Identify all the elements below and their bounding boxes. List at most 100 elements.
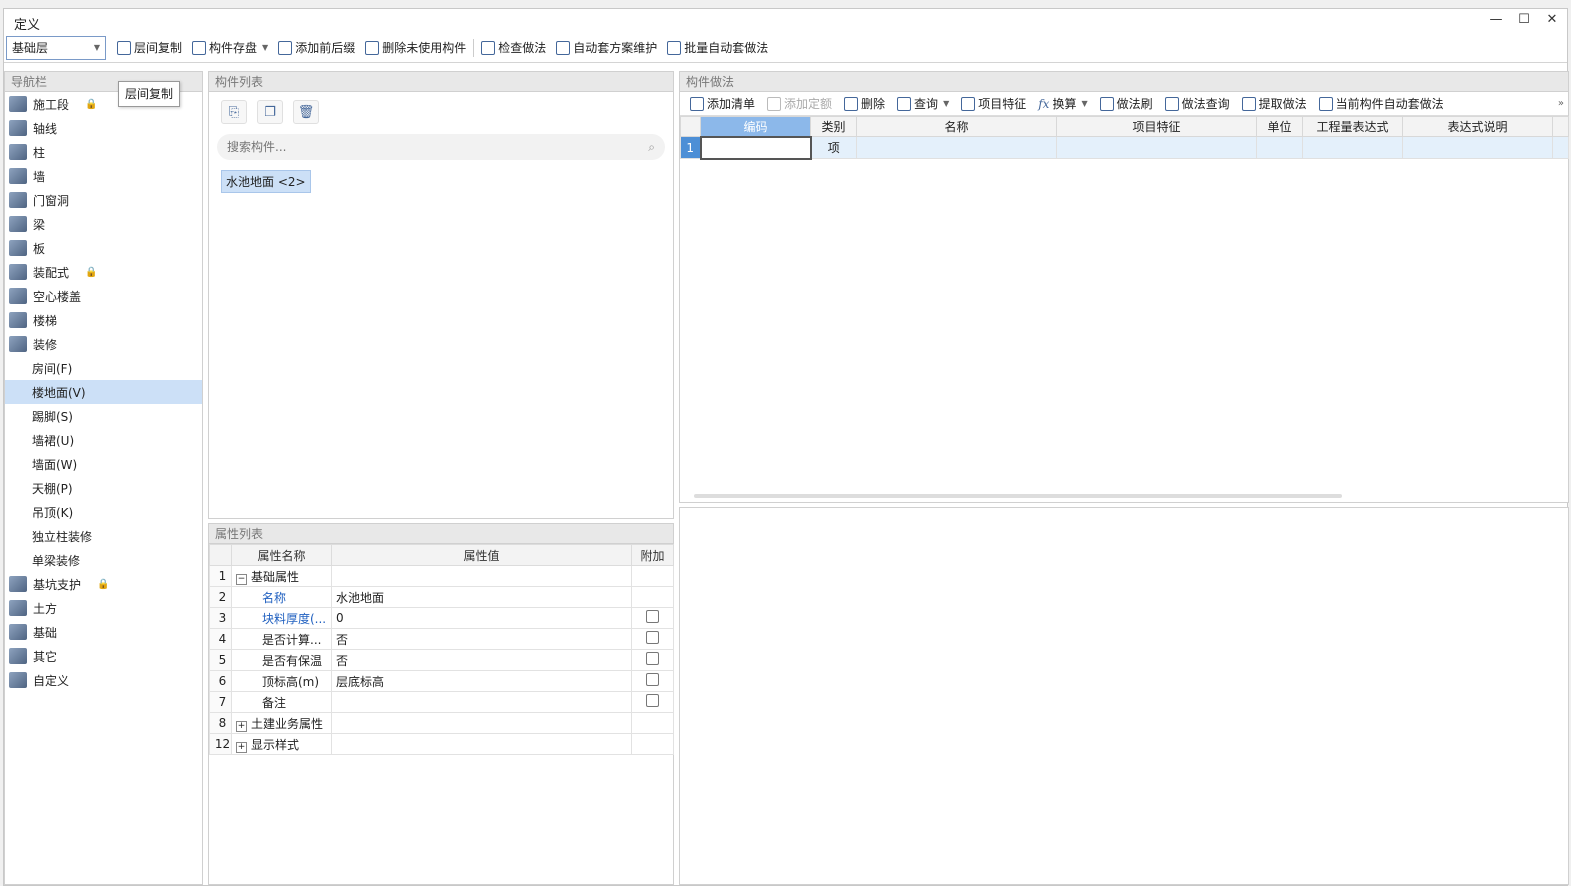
nav-item[interactable]: 基坑支护 🔒 — [5, 572, 202, 596]
extra-checkbox[interactable] — [646, 610, 659, 623]
method-query-button[interactable]: 做法查询 — [1159, 92, 1236, 116]
check-method-button[interactable]: 检查做法 — [476, 36, 551, 60]
expression-cell[interactable] — [1302, 136, 1403, 159]
extra-checkbox[interactable] — [646, 673, 659, 686]
property-value-cell[interactable]: 层底标高 — [331, 670, 632, 692]
type-cell[interactable]: 项 — [810, 136, 857, 159]
method-brush-button[interactable]: 做法刷 — [1094, 92, 1159, 116]
minimize-icon[interactable]: — — [1487, 11, 1505, 29]
column-header-feature[interactable]: 项目特征 — [1056, 116, 1257, 137]
duplicate-component-button[interactable]: ❐ — [257, 100, 283, 124]
property-value-cell[interactable]: 水池地面 — [331, 586, 632, 608]
property-value-cell[interactable] — [331, 565, 632, 587]
property-name-cell[interactable]: 是否有保温 — [231, 649, 332, 671]
property-value-cell[interactable] — [331, 691, 632, 713]
query-button[interactable]: 查询 ▼ — [891, 92, 955, 116]
nav-item[interactable]: 踢脚(S) — [5, 404, 202, 428]
column-header-type[interactable]: 类别 — [810, 116, 857, 137]
property-row[interactable]: 6 顶标高(m) 层底标高 — [209, 670, 674, 692]
nav-item[interactable]: 墙裙(U) — [5, 428, 202, 452]
property-value-cell[interactable] — [331, 712, 632, 734]
convert-button[interactable]: fx 换算 ▼ — [1032, 92, 1093, 116]
nav-item[interactable]: 装配式 🔒 — [5, 260, 202, 284]
name-cell[interactable] — [856, 136, 1057, 159]
property-name-cell[interactable]: 块料厚度(... — [231, 607, 332, 629]
property-value-cell[interactable] — [331, 733, 632, 755]
property-row[interactable]: 3 块料厚度(... 0 — [209, 607, 674, 629]
nav-item[interactable]: 柱 — [5, 140, 202, 164]
copy-between-floors-button[interactable]: 层间复制 — [112, 36, 187, 60]
property-name-cell[interactable]: + 显示样式 — [231, 733, 332, 755]
description-cell[interactable] — [1402, 136, 1553, 159]
new-component-button[interactable]: ⎘ — [221, 100, 247, 124]
floor-select[interactable]: 基础层 ▼ — [6, 35, 106, 60]
nav-item[interactable]: 土方 — [5, 596, 202, 620]
delete-method-button[interactable]: 删除 — [838, 92, 891, 116]
nav-item[interactable]: 单梁装修 — [5, 548, 202, 572]
save-component-button[interactable]: 构件存盘 ▼ — [187, 36, 273, 60]
nav-item[interactable]: 楼地面(V) — [5, 380, 202, 404]
column-header-description[interactable]: 表达式说明 — [1402, 116, 1553, 137]
property-row[interactable]: 4 是否计算... 否 — [209, 628, 674, 650]
nav-item[interactable]: 空心楼盖 — [5, 284, 202, 308]
extra-checkbox[interactable] — [646, 694, 659, 707]
chevron-down-icon[interactable]: ▼ — [943, 99, 949, 108]
column-header-expression[interactable]: 工程量表达式 — [1302, 116, 1403, 137]
column-header-name[interactable]: 名称 — [856, 116, 1057, 137]
expand-icon[interactable]: + — [236, 741, 247, 753]
property-row[interactable]: 7 备注 — [209, 691, 674, 713]
property-value-cell[interactable]: 0 — [331, 607, 632, 629]
property-name-cell[interactable]: 是否计算... — [231, 628, 332, 650]
batch-auto-method-button[interactable]: 批量自动套做法 — [662, 36, 773, 60]
table-row[interactable]: 1 项 — [680, 135, 1569, 160]
nav-item[interactable]: 独立柱装修 — [5, 524, 202, 548]
close-icon[interactable]: ✕ — [1543, 11, 1561, 29]
property-name-cell[interactable]: 顶标高(m) — [231, 670, 332, 692]
nav-item[interactable]: 墙面(W) — [5, 452, 202, 476]
column-header-unit[interactable]: 单位 — [1256, 116, 1303, 137]
nav-item[interactable]: 轴线 — [5, 116, 202, 140]
auto-scheme-button[interactable]: 自动套方案维护 — [551, 36, 662, 60]
add-prefix-suffix-button[interactable]: 添加前后缀 — [273, 36, 360, 60]
horizontal-scrollbar[interactable] — [694, 494, 1342, 498]
component-item[interactable]: 水池地面 <2> — [221, 170, 311, 193]
nav-item[interactable]: 装修 — [5, 332, 202, 356]
property-name-cell[interactable]: 名称 — [231, 586, 332, 608]
chevron-down-icon[interactable]: ▼ — [1081, 99, 1087, 108]
nav-item[interactable]: 天棚(P) — [5, 476, 202, 500]
nav-item[interactable]: 吊顶(K) — [5, 500, 202, 524]
property-name-cell[interactable]: + 土建业务属性 — [231, 712, 332, 734]
auto-method-current-button[interactable]: 当前构件自动套做法 — [1313, 92, 1450, 116]
nav-item[interactable]: 基础 — [5, 620, 202, 644]
property-row[interactable]: 8 + 土建业务属性 — [209, 712, 674, 734]
extract-method-button[interactable]: 提取做法 — [1236, 92, 1313, 116]
delete-unused-button[interactable]: 删除未使用构件 — [360, 36, 471, 60]
maximize-icon[interactable]: ☐ — [1515, 11, 1533, 29]
property-name-cell[interactable]: 备注 — [231, 691, 332, 713]
nav-item[interactable]: 墙 — [5, 164, 202, 188]
property-row[interactable]: 12 + 显示样式 — [209, 733, 674, 755]
more-icon[interactable]: » — [1558, 98, 1564, 109]
add-list-button[interactable]: 添加清单 — [684, 92, 761, 116]
property-row[interactable]: 1− 基础属性 — [209, 565, 674, 587]
nav-item[interactable]: 自定义 — [5, 668, 202, 692]
nav-item[interactable]: 板 — [5, 236, 202, 260]
add-quota-button[interactable]: 添加定额 — [761, 92, 838, 116]
delete-component-button[interactable]: 🗑 — [293, 100, 319, 124]
search-input[interactable] — [227, 140, 607, 154]
nav-item[interactable]: 梁 — [5, 212, 202, 236]
chevron-down-icon[interactable]: ▼ — [262, 43, 268, 52]
property-value-cell[interactable]: 否 — [331, 628, 632, 650]
property-row[interactable]: 2 名称 水池地面 — [209, 586, 674, 608]
extra-checkbox[interactable] — [646, 652, 659, 665]
property-row[interactable]: 5 是否有保温否 — [209, 649, 674, 671]
code-cell[interactable] — [699, 135, 812, 160]
property-value-cell[interactable]: 否 — [331, 649, 632, 671]
property-name-cell[interactable]: − 基础属性 — [231, 565, 332, 587]
column-header-code[interactable]: 编码 — [700, 116, 811, 137]
nav-item[interactable]: 门窗洞 — [5, 188, 202, 212]
item-feature-button[interactable]: 项目特征 — [955, 92, 1032, 116]
nav-item[interactable]: 其它 — [5, 644, 202, 668]
expand-icon[interactable]: + — [236, 720, 247, 732]
nav-item[interactable]: 楼梯 — [5, 308, 202, 332]
